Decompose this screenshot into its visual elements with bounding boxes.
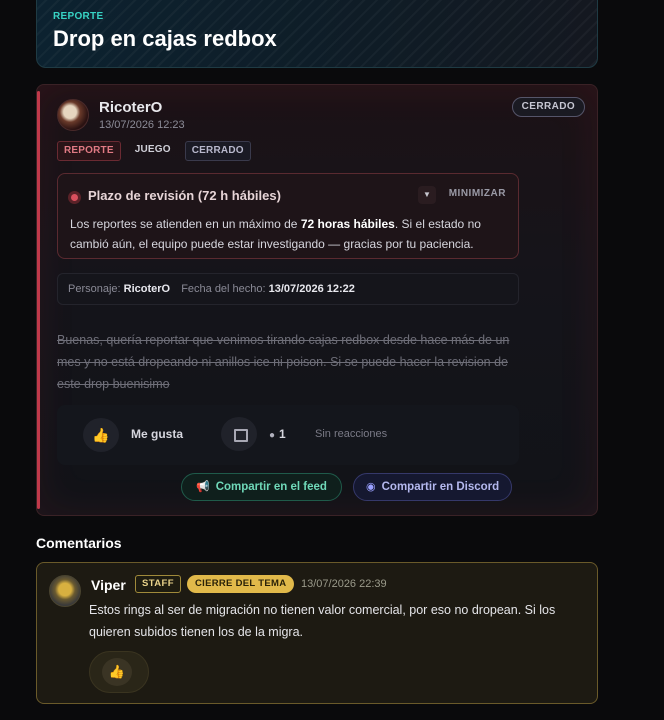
- discord-icon: ◉: [366, 481, 376, 493]
- like-button[interactable]: 👍: [83, 418, 119, 452]
- minimize-button[interactable]: MINIMIZAR: [449, 188, 506, 199]
- tag-reporte[interactable]: REPORTE: [57, 141, 121, 161]
- post-author[interactable]: RicoterO: [99, 99, 162, 116]
- notice-text: Los reportes se atienden en un máximo de…: [70, 217, 481, 251]
- tag-cerrado[interactable]: CERRADO: [184, 141, 251, 161]
- event-date-value: 13/07/2026 12:22: [268, 283, 355, 295]
- comment-icon: ●: [269, 430, 276, 441]
- comment-count[interactable]: ● 1: [269, 427, 286, 441]
- post-card: RicoterO 13/07/2026 12:23 CERRADO REPORT…: [36, 84, 598, 516]
- post-body: Buenas, quería reportar que venimos tira…: [57, 333, 510, 391]
- comment-card: Viper STAFF CIERRE DEL TEMA 13/07/2026 2…: [36, 562, 598, 704]
- thumbs-up-icon: 👍: [92, 427, 110, 443]
- post-accent-bar: [37, 91, 40, 509]
- comment-timestamp: 13/07/2026 22:39: [301, 578, 387, 590]
- notice-text-bold: 72 horas hábiles: [300, 217, 395, 231]
- comment-text: Estos rings al ser de migración no tiene…: [89, 603, 556, 639]
- save-icon[interactable]: [221, 417, 257, 451]
- topic-category: REPORTE: [53, 11, 104, 22]
- reactions-summary: Sin reacciones: [315, 428, 388, 440]
- post-timestamp: 13/07/2026 12:23: [99, 119, 185, 131]
- share-discord-button[interactable]: ◉ Compartir en Discord: [353, 473, 513, 501]
- staff-badge: STAFF: [135, 575, 181, 593]
- thumbs-up-icon: 👍: [102, 658, 132, 686]
- status-badge: CERRADO: [511, 97, 585, 117]
- chevron-down-icon[interactable]: ▼: [418, 186, 436, 204]
- megaphone-icon: 📢: [196, 481, 210, 493]
- like-label[interactable]: Me gusta: [131, 427, 183, 441]
- tag-juego[interactable]: JUEGO: [129, 141, 177, 161]
- post-meta: Personaje: RicoterO Fecha del hecho: 13/…: [57, 273, 519, 305]
- character-label: Personaje:: [68, 283, 121, 295]
- topic-title: Drop en cajas redbox: [53, 26, 277, 51]
- review-deadline-notice: Plazo de revisión (72 h hábiles) ▼ MINIM…: [57, 173, 519, 259]
- avatar[interactable]: [57, 99, 89, 131]
- tag-list: REPORTE JUEGO CERRADO: [57, 141, 251, 161]
- notice-title: Plazo de revisión (72 h hábiles): [88, 188, 281, 203]
- event-date-label: Fecha del hecho:: [181, 283, 266, 295]
- alert-dot-icon: [68, 191, 81, 204]
- comment-author[interactable]: Viper: [91, 577, 126, 593]
- reaction-bar: 👍 Me gusta ● 1 Sin reacciones: [57, 405, 519, 465]
- share-feed-button[interactable]: 📢 Compartir en el feed: [181, 473, 342, 501]
- closure-badge: CIERRE DEL TEMA: [187, 575, 295, 593]
- character-value: RicoterO: [123, 283, 171, 295]
- comment-reaction-button[interactable]: 👍: [89, 651, 149, 693]
- topic-header: REPORTE Drop en cajas redbox: [36, 0, 598, 68]
- comments-heading: Comentarios: [36, 535, 122, 551]
- avatar[interactable]: [49, 575, 81, 607]
